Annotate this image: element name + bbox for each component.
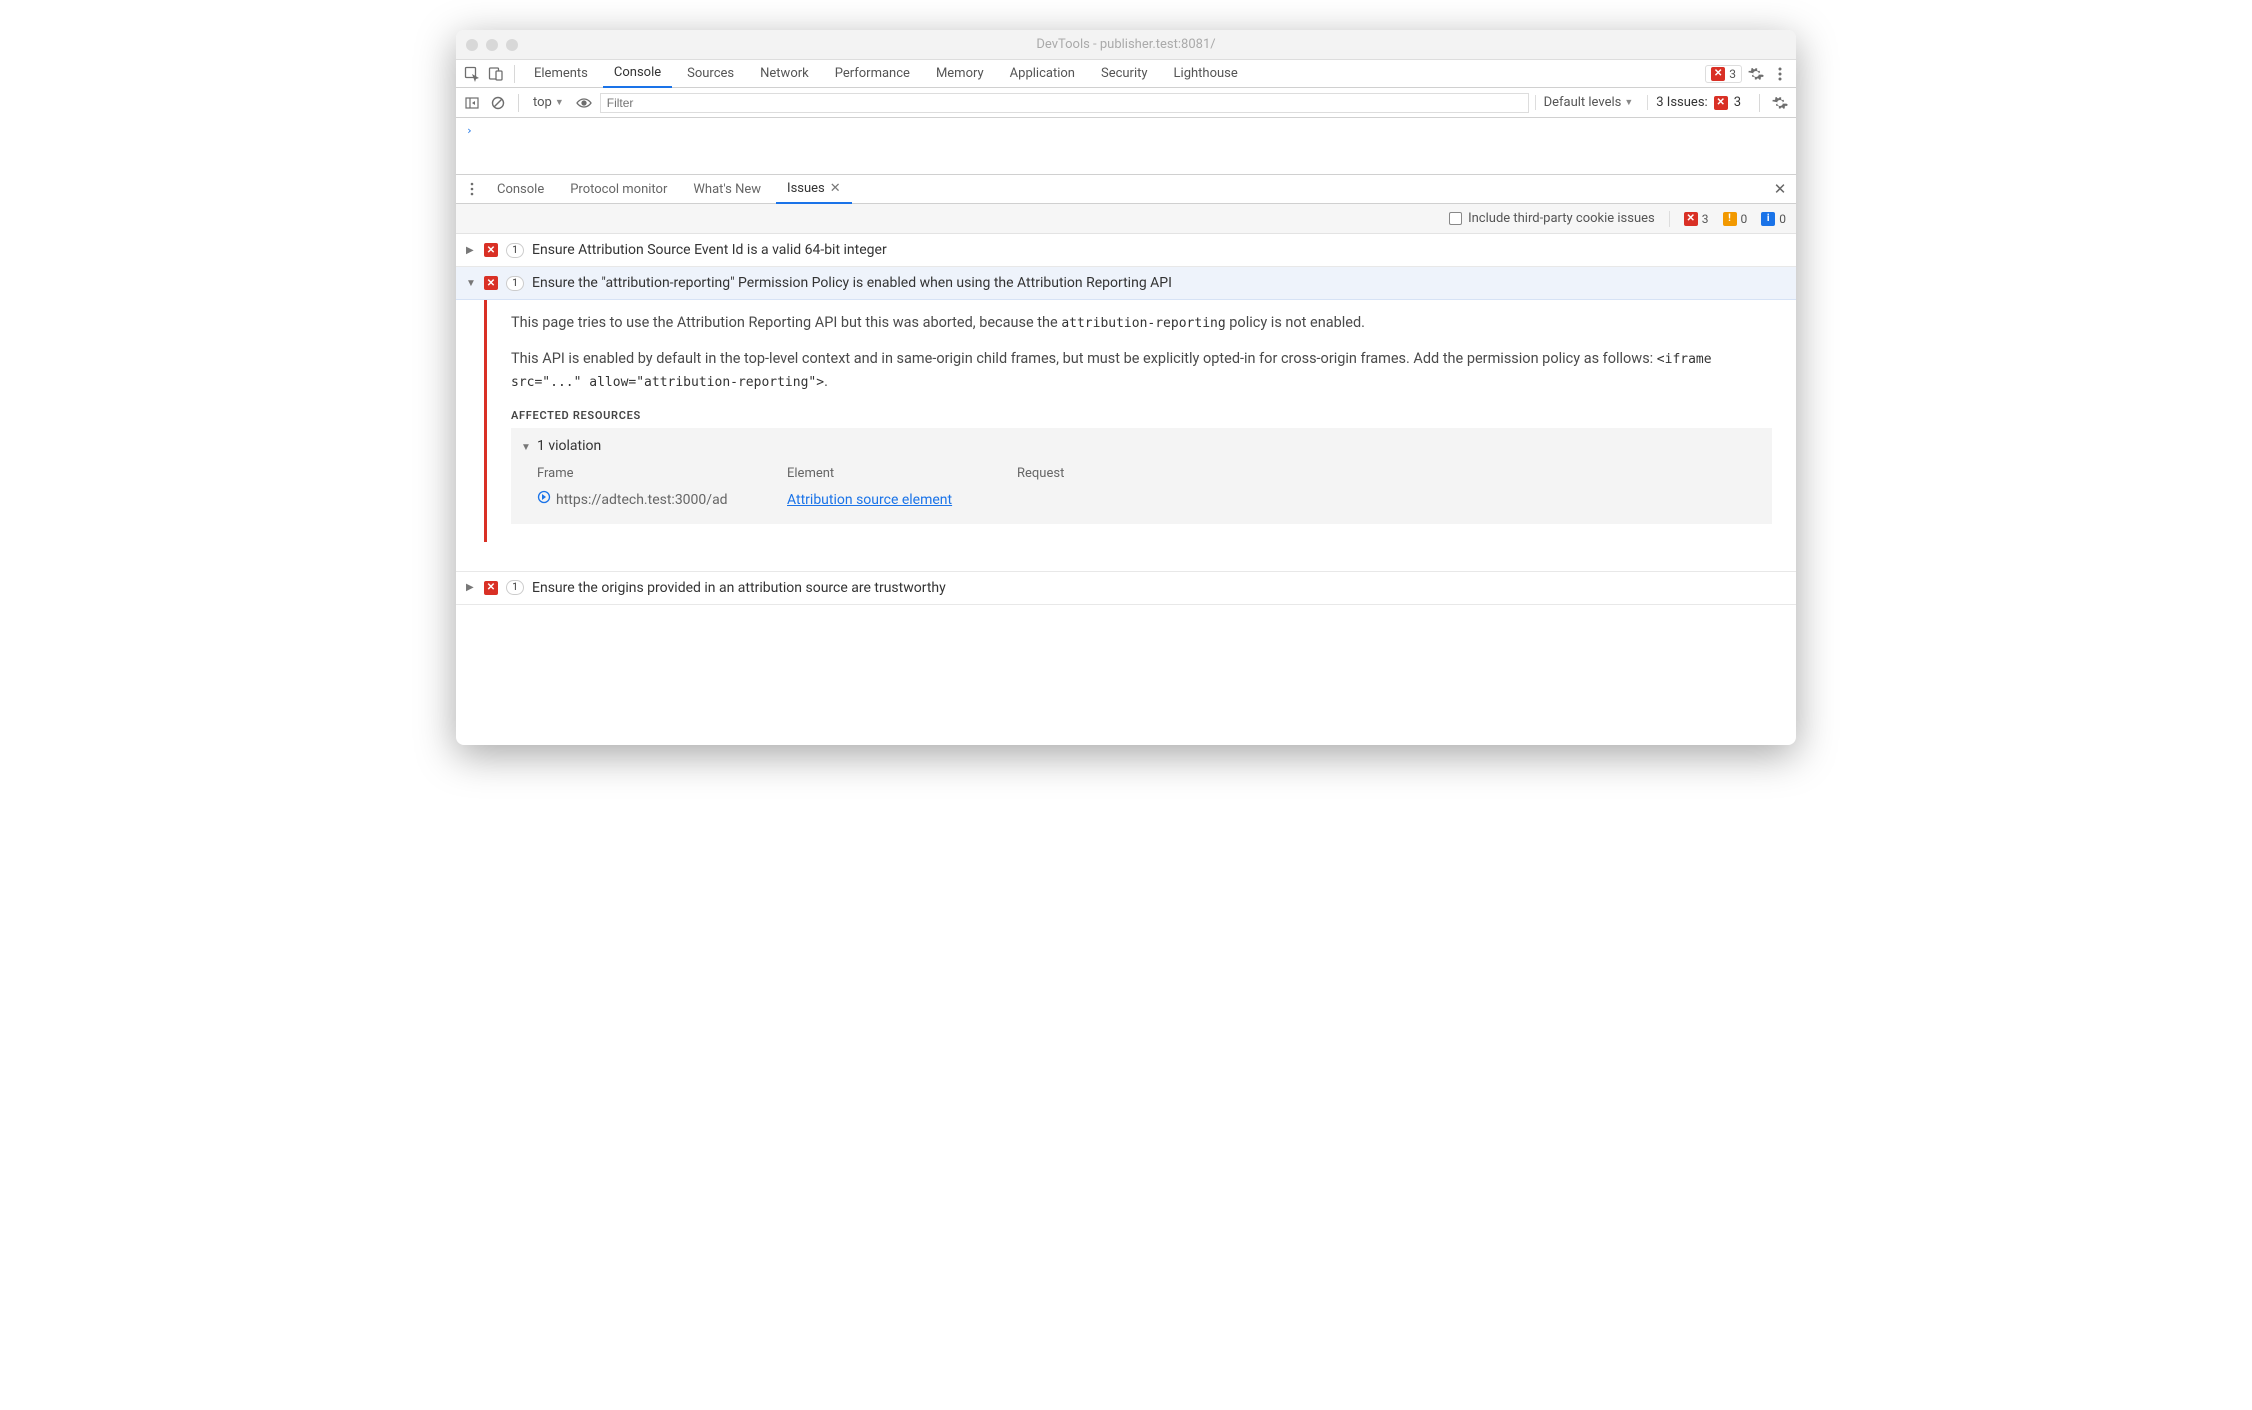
- collapse-triangle-icon: ▼: [521, 440, 531, 456]
- issues-info-stat[interactable]: i 0: [1761, 212, 1786, 226]
- inline-code: attribution-reporting: [1061, 316, 1225, 331]
- issue-count-badge: 1: [506, 276, 524, 291]
- error-icon: ✕: [484, 581, 498, 595]
- drawer-tab-console[interactable]: Console: [486, 174, 555, 204]
- titlebar: DevTools - publisher.test:8081/: [456, 30, 1796, 60]
- element-link[interactable]: Attribution source element: [787, 492, 952, 508]
- col-element-header: Element: [787, 464, 1007, 484]
- third-party-label: Include third-party cookie issues: [1468, 211, 1655, 226]
- divider: [1759, 94, 1760, 112]
- warning-icon: !: [1723, 212, 1737, 226]
- divider: [518, 94, 519, 112]
- warn-count: 0: [1741, 212, 1748, 226]
- expand-triangle-icon: ▶: [466, 582, 476, 593]
- tab-memory[interactable]: Memory: [925, 60, 995, 88]
- frame-url: https://adtech.test:3000/ad: [556, 490, 728, 512]
- drawer-tab-issues-label: Issues: [787, 181, 825, 196]
- tab-lighthouse[interactable]: Lighthouse: [1163, 60, 1249, 88]
- issue-detail: This page tries to use the Attribution R…: [484, 300, 1796, 542]
- console-body[interactable]: ›: [456, 118, 1796, 174]
- issue-title: Ensure the "attribution-reporting" Permi…: [532, 275, 1172, 291]
- info-count: 0: [1779, 212, 1786, 226]
- issues-errors-stat[interactable]: ✕ 3: [1684, 212, 1709, 226]
- error-icon: ✕: [484, 243, 498, 257]
- issue-row[interactable]: ▶ ✕ 1 Ensure Attribution Source Event Id…: [456, 234, 1796, 267]
- console-sidebar-toggle-icon[interactable]: [462, 93, 482, 113]
- violation-toggle[interactable]: ▼ 1 violation: [521, 436, 1762, 458]
- error-icon: ✕: [1684, 212, 1698, 226]
- filter-input[interactable]: [600, 93, 1529, 113]
- divider: [514, 65, 515, 83]
- log-levels-select[interactable]: Default levels ▼: [1535, 95, 1642, 110]
- issue-title: Ensure the origins provided in an attrib…: [532, 580, 946, 596]
- col-request-header: Request: [1017, 464, 1762, 484]
- issue-paragraph: This API is enabled by default in the to…: [511, 348, 1772, 393]
- drawer-tab-protocol-monitor[interactable]: Protocol monitor: [559, 174, 678, 204]
- element-cell[interactable]: Attribution source element: [787, 490, 1007, 512]
- tab-performance[interactable]: Performance: [824, 60, 921, 88]
- tab-application[interactable]: Application: [999, 60, 1086, 88]
- tab-elements[interactable]: Elements: [523, 60, 599, 88]
- main-tabs: Elements Console Sources Network Perform…: [456, 60, 1796, 88]
- console-toolbar: top ▼ Default levels ▼ 3 Issues: ✕ 3: [456, 88, 1796, 118]
- kebab-menu-icon[interactable]: [1770, 64, 1790, 84]
- issue-row[interactable]: ▶ ✕ 1 Ensure the origins provided in an …: [456, 572, 1796, 605]
- close-tab-icon[interactable]: ✕: [830, 181, 841, 196]
- affected-resources-box: ▼ 1 violation Frame Element Request http…: [511, 428, 1772, 524]
- third-party-checkbox[interactable]: Include third-party cookie issues: [1449, 211, 1655, 226]
- inspect-element-icon[interactable]: [462, 64, 482, 84]
- tab-security[interactable]: Security: [1090, 60, 1159, 88]
- col-frame-header: Frame: [537, 464, 777, 484]
- drawer-kebab-icon[interactable]: [462, 179, 482, 199]
- chevron-down-icon: ▼: [555, 97, 564, 108]
- devtools-window: DevTools - publisher.test:8081/ Elements…: [456, 30, 1796, 745]
- err-count: 3: [1702, 212, 1709, 226]
- window-title: DevTools - publisher.test:8081/: [456, 37, 1796, 52]
- affected-resources-header: Affected Resources: [511, 407, 1772, 424]
- tab-network[interactable]: Network: [749, 60, 820, 88]
- tab-sources[interactable]: Sources: [676, 60, 745, 88]
- issues-warnings-stat[interactable]: ! 0: [1723, 212, 1748, 226]
- error-icon: ✕: [484, 276, 498, 290]
- console-settings-icon[interactable]: [1770, 93, 1790, 113]
- clear-console-icon[interactable]: [488, 93, 508, 113]
- context-select-label: top: [533, 95, 552, 110]
- drawer-tab-whats-new[interactable]: What's New: [682, 174, 772, 204]
- frame-cell[interactable]: https://adtech.test:3000/ad: [537, 490, 777, 512]
- table-row: https://adtech.test:3000/ad Attribution …: [537, 488, 1762, 512]
- info-icon: i: [1761, 212, 1775, 226]
- issue-row[interactable]: ▼ ✕ 1 Ensure the "attribution-reporting"…: [456, 267, 1796, 300]
- live-expression-icon[interactable]: [574, 93, 594, 113]
- context-select[interactable]: top ▼: [529, 95, 568, 110]
- drawer-tab-issues[interactable]: Issues ✕: [776, 174, 852, 204]
- issue-count-badge: 1: [506, 580, 524, 595]
- issues-chip[interactable]: 3 Issues: ✕ 3: [1647, 95, 1749, 110]
- device-toggle-icon[interactable]: [486, 64, 506, 84]
- table-header-row: Frame Element Request: [537, 464, 1762, 484]
- issue-paragraph: This page tries to use the Attribution R…: [511, 312, 1772, 334]
- top-errors-chip[interactable]: ✕ 3: [1705, 65, 1742, 83]
- issues-err-count: 3: [1734, 95, 1741, 110]
- top-errors-count: 3: [1729, 67, 1736, 81]
- separator: [456, 542, 1796, 572]
- issue-title: Ensure Attribution Source Event Id is a …: [532, 242, 887, 258]
- drawer-tabs: Console Protocol monitor What's New Issu…: [456, 174, 1796, 204]
- issues-label: 3 Issues:: [1656, 95, 1707, 110]
- violation-header: 1 violation: [537, 436, 601, 458]
- chevron-down-icon: ▼: [1624, 97, 1633, 108]
- error-icon: ✕: [1711, 67, 1725, 81]
- checkbox-icon: [1449, 212, 1462, 225]
- affected-table: Frame Element Request https://adtech.tes…: [521, 464, 1762, 512]
- frame-icon: [537, 490, 551, 512]
- close-drawer-icon[interactable]: ✕: [1770, 179, 1790, 199]
- collapse-triangle-icon: ▼: [466, 278, 476, 289]
- error-icon: ✕: [1714, 96, 1728, 110]
- settings-icon[interactable]: [1746, 64, 1766, 84]
- log-levels-label: Default levels: [1544, 95, 1622, 110]
- expand-triangle-icon: ▶: [466, 245, 476, 256]
- issue-count-badge: 1: [506, 243, 524, 258]
- console-prompt-icon: ›: [466, 124, 473, 137]
- issues-filter-bar: Include third-party cookie issues ✕ 3 ! …: [456, 204, 1796, 234]
- tab-console[interactable]: Console: [603, 60, 672, 88]
